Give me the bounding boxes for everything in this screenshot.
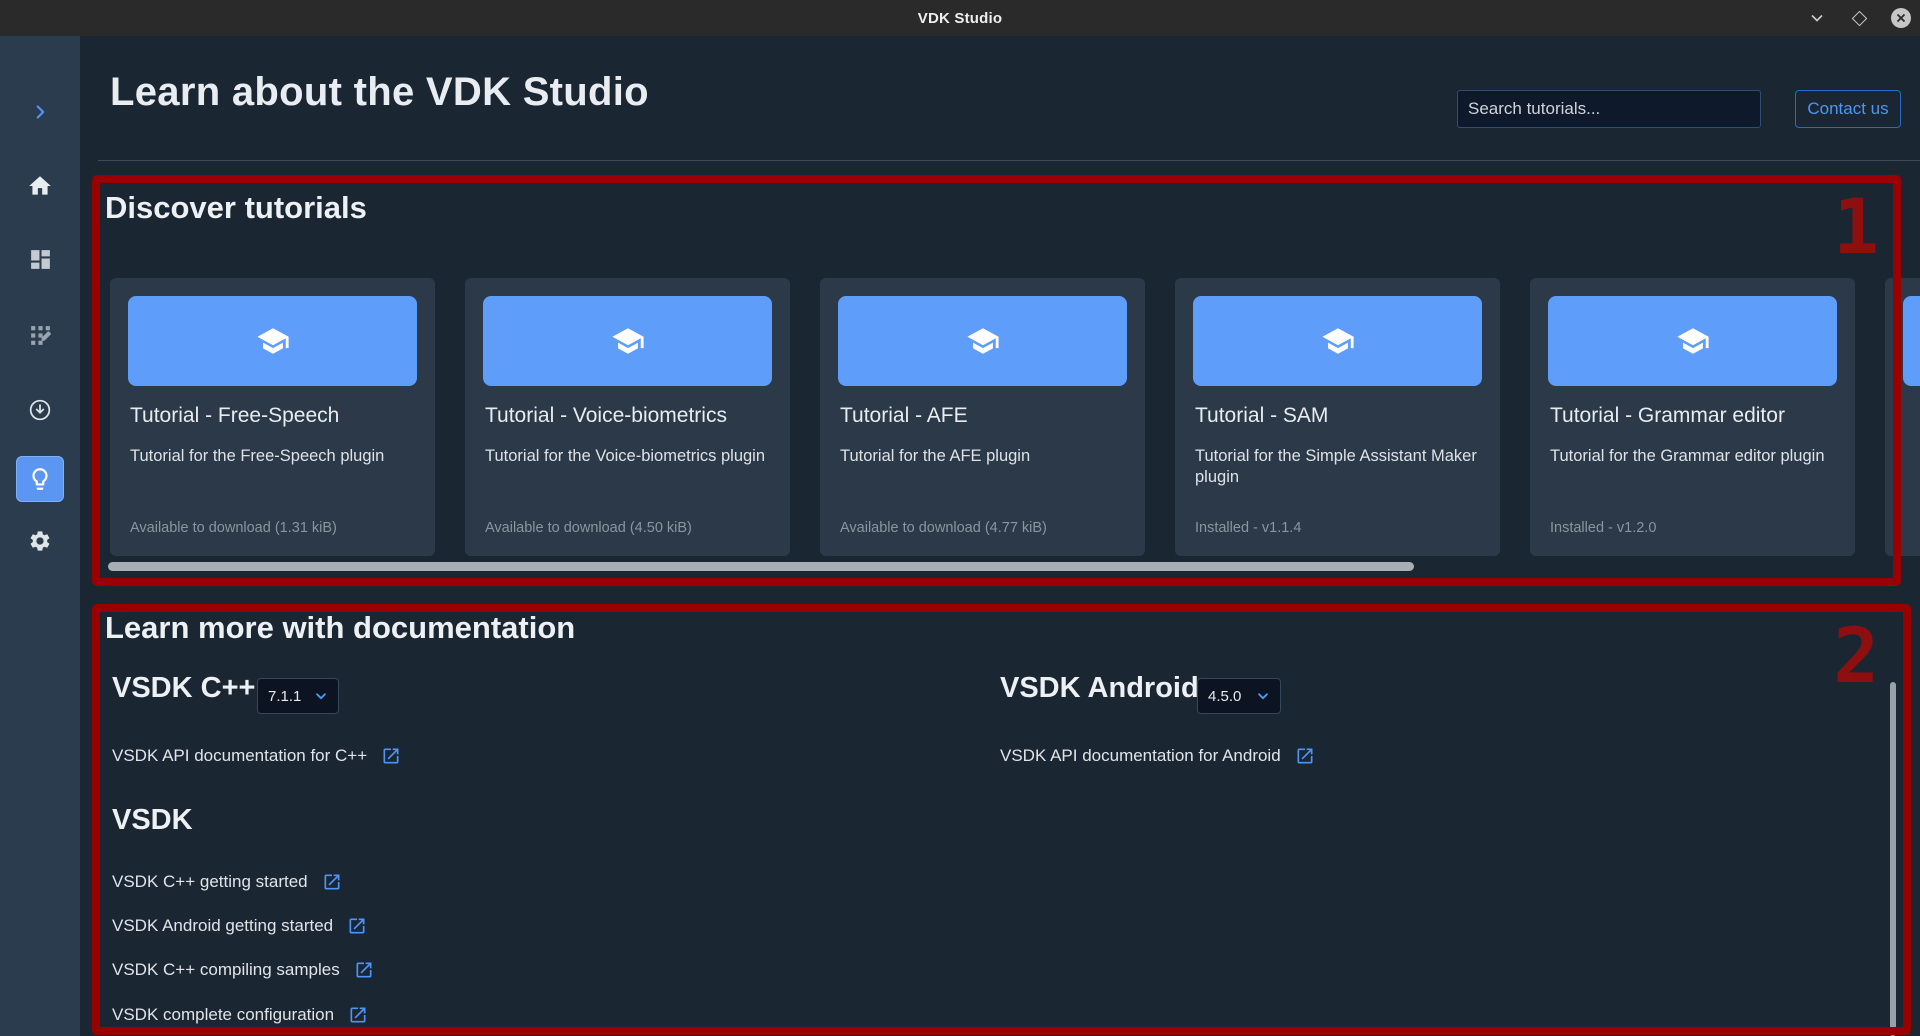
tutorial-title: Tutorial - Free-Speech (130, 404, 339, 428)
vsdk-link[interactable]: VSDK complete configuration (112, 1005, 368, 1025)
tutorial-description: Tutorial for the Simple Assistant Maker … (1195, 446, 1482, 488)
gear-icon (28, 529, 52, 553)
sidebar-item-downloads[interactable] (18, 388, 62, 432)
tutorial-status: Installed - v1.2.0 (1550, 520, 1656, 536)
graduation-cap-icon (256, 324, 290, 358)
sidebar-expand-button[interactable] (18, 90, 62, 134)
close-icon[interactable] (1890, 7, 1912, 29)
external-link-icon (322, 872, 342, 892)
tutorial-title: Tutorial - SAM (1195, 404, 1328, 428)
version-value: 4.5.0 (1208, 688, 1241, 705)
tutorial-status: Available to download (1.31 kiB) (130, 520, 337, 536)
tutorial-banner (483, 296, 772, 386)
sidebar-item-plugins[interactable] (18, 313, 62, 357)
vsdk-link[interactable]: VSDK C++ compiling samples (112, 960, 374, 980)
tutorial-status: Available to download (4.50 kiB) (485, 520, 692, 536)
tutorial-description: Tutorial for the AFE plugin (840, 446, 1127, 467)
link-label: VSDK C++ getting started (112, 872, 308, 892)
docs-heading: Learn more with documentation (105, 610, 575, 646)
vsdk-link[interactable]: VSDK C++ getting started (112, 872, 342, 892)
maximize-diamond-icon[interactable] (1848, 7, 1870, 29)
external-link-icon (354, 960, 374, 980)
vsdk-cpp-heading: VSDK C++ (112, 672, 255, 705)
minimize-chevron-icon[interactable] (1806, 7, 1828, 29)
graduation-cap-icon (1321, 324, 1355, 358)
tutorial-card[interactable]: Tutorial - Voice-biometrics Tutorial for… (465, 278, 790, 556)
link-label: VSDK complete configuration (112, 1005, 334, 1025)
vsdk-android-heading: VSDK Android (1000, 672, 1199, 705)
tutorial-title: Tutorial - Voice-biometrics (485, 404, 727, 428)
vsdk-link[interactable]: VSDK Android getting started (112, 916, 367, 936)
cpp-api-doc-link[interactable]: VSDK API documentation for C++ (112, 746, 401, 766)
vsdk-cpp-version-select[interactable]: 7.1.1 (257, 678, 339, 714)
sidebar-item-home[interactable] (18, 164, 62, 208)
search-input[interactable] (1457, 90, 1761, 128)
download-icon (27, 397, 53, 423)
sidebar-item-learn[interactable] (16, 456, 64, 502)
grid-edit-icon (28, 323, 53, 348)
annotation-label-1: 1 (1833, 189, 1879, 265)
window-title: VDK Studio (918, 10, 1003, 27)
tutorial-title: Tutorial - Grammar editor (1550, 404, 1785, 428)
titlebar: VDK Studio (0, 0, 1920, 36)
dashboard-icon (28, 247, 53, 272)
tutorial-card[interactable]: Tutorial - AFE Tutorial for the AFE plug… (820, 278, 1145, 556)
graduation-cap-icon (611, 324, 645, 358)
page-title: Learn about the VDK Studio (110, 70, 649, 115)
tutorial-banner (1548, 296, 1837, 386)
tutorial-description: Tutorial for the Voice-biometrics plugin (485, 446, 772, 467)
tutorial-status: Available to download (4.77 kiB) (840, 520, 1047, 536)
tutorial-banner (128, 296, 417, 386)
discover-tutorials-heading: Discover tutorials (105, 190, 367, 226)
app-window: VDK Studio (0, 0, 1920, 1036)
link-label: VSDK API documentation for Android (1000, 746, 1281, 766)
tutorial-status: Installed - v1.1.4 (1195, 520, 1301, 536)
lightbulb-icon (27, 466, 53, 492)
docs-vertical-scrollbar[interactable] (1890, 682, 1896, 1036)
vsdk-android-version-select[interactable]: 4.5.0 (1197, 678, 1281, 714)
tutorial-card-partial[interactable] (1885, 278, 1920, 556)
external-link-icon (347, 916, 367, 936)
tutorial-card[interactable]: Tutorial - Grammar editor Tutorial for t… (1530, 278, 1855, 556)
android-api-doc-link[interactable]: VSDK API documentation for Android (1000, 746, 1315, 766)
link-label: VSDK API documentation for C++ (112, 746, 367, 766)
tutorial-card[interactable]: Tutorial - SAM Tutorial for the Simple A… (1175, 278, 1500, 556)
tutorial-title: Tutorial - AFE (840, 404, 968, 428)
graduation-cap-icon (1676, 324, 1710, 358)
sidebar-item-dashboard[interactable] (18, 237, 62, 281)
annotation-label-2: 2 (1833, 618, 1879, 694)
link-label: VSDK Android getting started (112, 916, 333, 936)
tutorials-horizontal-scrollbar[interactable] (108, 562, 1414, 571)
contact-us-button[interactable]: Contact us (1795, 90, 1901, 128)
tutorial-card[interactable]: Tutorial - Free-Speech Tutorial for the … (110, 278, 435, 556)
tutorial-banner (838, 296, 1127, 386)
sidebar (0, 36, 80, 1036)
vsdk-heading: VSDK (112, 804, 193, 837)
home-icon (27, 173, 53, 199)
external-link-icon (381, 746, 401, 766)
chevron-down-icon (314, 689, 328, 703)
chevron-right-icon (29, 101, 51, 123)
external-link-icon (1295, 746, 1315, 766)
tutorial-description: Tutorial for the Grammar editor plugin (1550, 446, 1837, 467)
window-controls (1806, 0, 1912, 36)
sidebar-item-settings[interactable] (18, 519, 62, 563)
link-label: VSDK C++ compiling samples (112, 960, 340, 980)
header-divider (98, 160, 1920, 161)
graduation-cap-icon (966, 324, 1000, 358)
version-value: 7.1.1 (268, 688, 301, 705)
external-link-icon (348, 1005, 368, 1025)
tutorial-description: Tutorial for the Free-Speech plugin (130, 446, 417, 467)
tutorial-banner (1193, 296, 1482, 386)
tutorial-banner (1903, 296, 1920, 386)
chevron-down-icon (1256, 689, 1270, 703)
